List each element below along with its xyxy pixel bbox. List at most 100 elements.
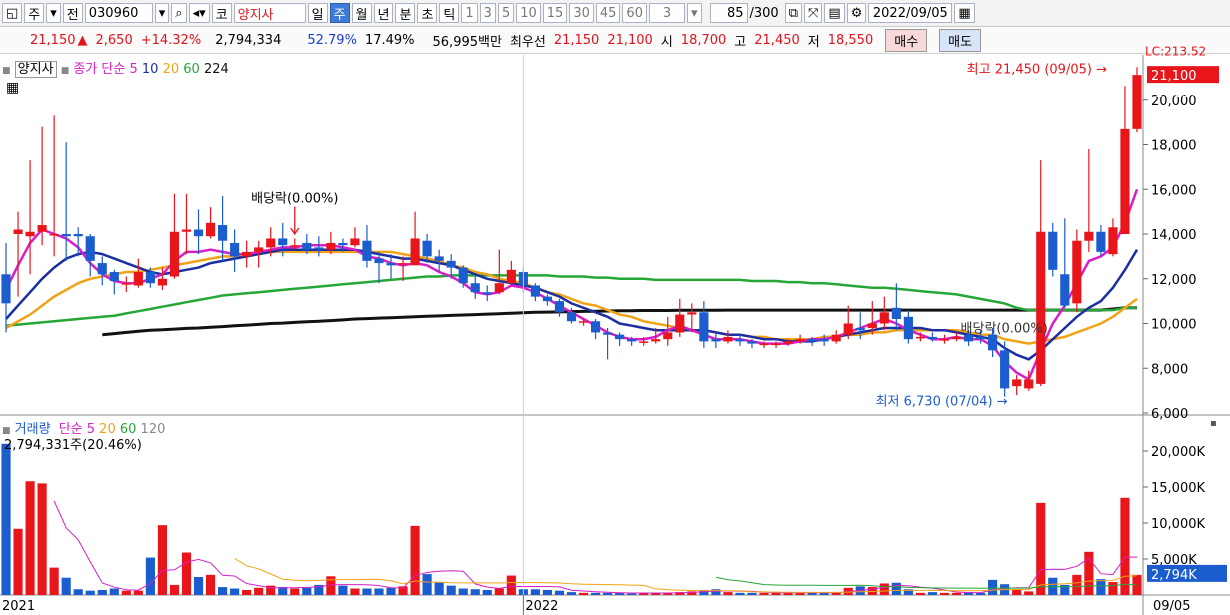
volume-bar <box>951 592 962 595</box>
volume-bar <box>446 585 456 595</box>
candle-body <box>121 283 131 285</box>
candle-body <box>627 339 637 342</box>
volume-bar <box>566 592 577 595</box>
candle-body <box>482 292 492 295</box>
candle <box>61 142 71 261</box>
candle <box>554 298 565 317</box>
candle-body <box>1 274 11 304</box>
candle-body <box>542 296 553 302</box>
candle-body <box>157 278 167 286</box>
legend-ma-label[interactable]: 종가 단순 <box>73 62 125 77</box>
candle-body <box>230 242 240 257</box>
candle-body <box>25 231 35 237</box>
candle-body <box>181 229 192 232</box>
volume-bar <box>603 592 613 595</box>
candle-body <box>97 263 107 275</box>
lc-label: LC:213.52 <box>1145 45 1206 59</box>
volume-bar <box>13 528 23 595</box>
candle-body <box>254 247 264 252</box>
candle <box>1012 374 1022 396</box>
high-annotation: 최고 21,450 (09/05) → <box>967 62 1107 77</box>
price-legend: ■ 양지사 ■ 종가 단순 5 10 20 60 224 <box>2 58 229 78</box>
candle-body <box>242 251 252 257</box>
candle-body <box>1000 350 1010 389</box>
candle <box>193 209 204 255</box>
candle <box>1060 218 1070 308</box>
volume-bar <box>145 557 155 595</box>
volume-bar <box>37 483 47 595</box>
candle-body <box>663 332 673 340</box>
volume-bar <box>61 577 71 595</box>
candle-body <box>951 336 962 340</box>
candle-body <box>85 236 95 261</box>
candle <box>506 260 516 286</box>
candle-body <box>1084 231 1094 241</box>
candle-body <box>1024 379 1034 389</box>
dividend-annotation-2: 배당락(0.00%) <box>961 321 1048 336</box>
candle <box>1120 86 1130 234</box>
legend-stock-name[interactable]: 양지사 <box>14 61 57 78</box>
candle-body <box>530 285 540 297</box>
volume-bar <box>97 589 107 595</box>
candle <box>37 126 47 246</box>
candle-body <box>723 336 733 342</box>
volume-bar <box>338 585 348 595</box>
volume-bar <box>506 575 516 595</box>
candle-body <box>398 263 408 265</box>
panel-close-icon[interactable]: ▪ <box>1210 418 1217 429</box>
volume-bar <box>988 579 998 595</box>
candle-body <box>386 263 396 266</box>
volume-bar <box>891 582 901 595</box>
volume-bar <box>374 588 384 595</box>
volume-bar <box>193 577 204 595</box>
legend-ma224: 224 <box>203 62 229 77</box>
candle-body <box>1120 128 1130 234</box>
candle <box>723 330 733 344</box>
candle <box>1 242 11 333</box>
candle <box>169 193 180 279</box>
volume-bar <box>1012 589 1022 595</box>
table-icon[interactable]: ▦ <box>6 80 19 96</box>
volume-bar <box>1024 591 1034 595</box>
candle <box>590 319 601 340</box>
candle-body <box>891 307 901 320</box>
candle-body <box>133 272 143 286</box>
volume-bar <box>578 592 589 595</box>
volume-bar <box>1108 582 1118 595</box>
volume-bar <box>85 590 95 595</box>
candle <box>603 327 613 360</box>
volume-bar <box>242 589 252 595</box>
candle-body <box>639 341 649 343</box>
candle-body <box>1048 231 1058 270</box>
candle-body <box>976 336 986 340</box>
volume-bar <box>230 588 240 595</box>
legend-box-icon: ■ <box>2 66 11 76</box>
candle-body <box>434 256 444 261</box>
volume-bar <box>1120 497 1130 595</box>
candle <box>1048 222 1058 277</box>
volume-bar <box>723 592 733 595</box>
candle-body <box>747 341 757 344</box>
candle-body <box>735 339 745 342</box>
candle <box>494 249 504 295</box>
candle-body <box>687 312 697 315</box>
volume-bar <box>554 590 565 595</box>
volume-bar <box>458 588 468 595</box>
candle-body <box>37 225 47 232</box>
candle <box>85 234 95 277</box>
candle <box>470 276 480 299</box>
volume-bar <box>218 587 228 595</box>
legend-box-icon: ■ <box>60 66 70 76</box>
dividend-arrow-icon <box>290 206 300 236</box>
volume-bar <box>1036 502 1046 595</box>
candle-body <box>506 269 516 284</box>
stock-chart: 6,000 8,000 10,000 12,000 14,000 16,000 18,000… <box>0 45 1230 615</box>
candle-body <box>831 334 841 342</box>
volume-bar <box>386 587 396 595</box>
volume-tick-label: 20,000K <box>1151 445 1205 460</box>
volume-bar <box>627 593 637 595</box>
candle <box>1036 160 1046 387</box>
candle-body <box>879 312 889 324</box>
candle-body <box>843 323 853 335</box>
volume-bar <box>482 589 492 595</box>
